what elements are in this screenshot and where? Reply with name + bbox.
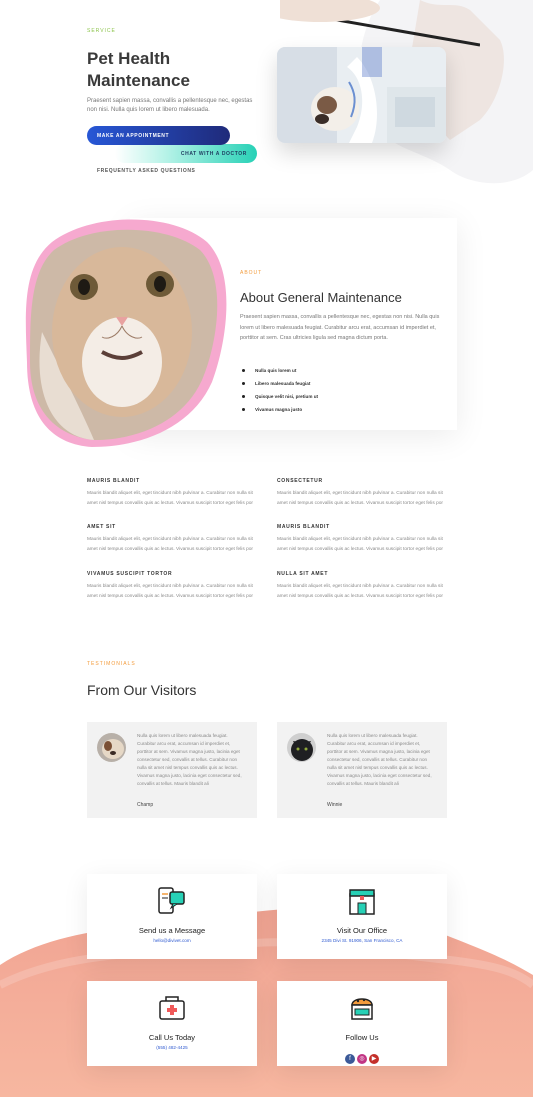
feature-heading: CONSECTETUR [277, 478, 323, 484]
feature-heading: MAURIS BLANDIT [277, 524, 330, 530]
testimonial-author: Winnie [327, 802, 343, 808]
about-text: Praesent sapien massa, convallis a pelle… [240, 314, 440, 341]
feature-text: Mauris blandit aliquet elit, eget tincid… [87, 537, 254, 552]
social-icons: f ◎ ▶ [277, 1047, 447, 1065]
testimonial-author: Champ [137, 802, 154, 808]
about-eyebrow: ABOUT [240, 270, 263, 276]
feature-text: Mauris blandit aliquet elit, eget tincid… [277, 491, 444, 506]
feature-text: Mauris blandit aliquet elit, eget tincid… [277, 537, 444, 552]
bullet-icon [242, 369, 245, 372]
faq-link[interactable]: FREQUENTLY ASKED QUESTIONS [97, 168, 195, 174]
building-icon [347, 886, 377, 921]
feature-heading: VIVAMUS SUSCIPIT TORTOR [87, 571, 173, 577]
bullet-icon [242, 395, 245, 398]
list-item: Quisque velit nisi, pretium ut [242, 390, 318, 403]
contact-card-call[interactable]: Call Us Today (555) 482-4425 [87, 981, 257, 1066]
about-bullet-list: Nulla quis lorem ut Libero malesuada feu… [242, 364, 318, 416]
feature-text: Mauris blandit aliquet elit, eget tincid… [87, 491, 254, 506]
feature-heading: NULLA SIT AMET [277, 571, 329, 577]
testimonial-text: Nulla quis lorem ut libero malesuada feu… [327, 733, 432, 786]
list-item: Nulla quis lorem ut [242, 364, 318, 377]
feature-item: CONSECTETUR Mauris blandit aliquet elit,… [277, 478, 447, 508]
avatar [97, 733, 126, 762]
contact-card-follow: Follow Us f ◎ ▶ [277, 981, 447, 1066]
hero-vet-dog-photo [277, 47, 446, 143]
hero-eyebrow: SERVICE [87, 28, 116, 34]
contact-email-link[interactable]: hello@divivet.com [87, 938, 257, 943]
pet-food-icon [347, 993, 377, 1028]
instagram-icon[interactable]: ◎ [357, 1054, 367, 1064]
bullet-icon [242, 382, 245, 385]
list-item: Vivamus magna justo [242, 403, 318, 416]
feature-heading: AMET SIT [87, 524, 116, 530]
office-address-link[interactable]: 2345 Divi St. 91906, San Francisco, CA [277, 938, 447, 943]
youtube-icon[interactable]: ▶ [369, 1054, 379, 1064]
contact-card-title: Visit Our Office [336, 926, 388, 935]
contact-background-shape [0, 908, 533, 1097]
list-item: Libero malesuada feugiat [242, 377, 318, 390]
contact-card-title: Follow Us [345, 1033, 379, 1042]
testimonial-card: Nulla quis lorem ut libero malesuada feu… [87, 722, 257, 818]
facebook-icon[interactable]: f [345, 1054, 355, 1064]
page-title: Pet Health Maintenance [87, 49, 190, 90]
feature-item: NULLA SIT AMET Mauris blandit aliquet el… [277, 571, 447, 601]
bullet-icon [242, 408, 245, 411]
feature-text: Mauris blandit aliquet elit, eget tincid… [87, 584, 254, 599]
testimonials-title: From Our Visitors [87, 682, 197, 698]
contact-card-title: Call Us Today [148, 1033, 196, 1042]
cat-photo [22, 212, 227, 462]
message-icon [157, 886, 187, 921]
testimonial-card: Nulla quis lorem ut libero malesuada feu… [277, 722, 447, 818]
feature-text: Mauris blandit aliquet elit, eget tincid… [277, 584, 444, 599]
testimonial-text: Nulla quis lorem ut libero malesuada feu… [137, 733, 242, 786]
feature-item: MAURIS BLANDIT Mauris blandit aliquet el… [277, 524, 447, 554]
feature-item: AMET SIT Mauris blandit aliquet elit, eg… [87, 524, 257, 554]
contact-card-message[interactable]: Send us a Message hello@divivet.com [87, 874, 257, 959]
phone-link[interactable]: (555) 482-4425 [87, 1045, 257, 1050]
contact-card-title: Send us a Message [138, 926, 206, 935]
feature-heading: MAURIS BLANDIT [87, 478, 140, 484]
hero-description: Praesent sapien massa, convallis a pelle… [87, 98, 253, 113]
feature-item: MAURIS BLANDIT Mauris blandit aliquet el… [87, 478, 257, 508]
make-appointment-button[interactable]: MAKE AN APPOINTMENT [87, 126, 230, 145]
about-title: About General Maintenance [240, 290, 402, 305]
chat-with-doctor-button[interactable]: CHAT WITH A DOCTOR [115, 144, 257, 163]
contact-card-office[interactable]: Visit Our Office 2345 Divi St. 91906, Sa… [277, 874, 447, 959]
first-aid-kit-icon [157, 993, 187, 1028]
testimonials-eyebrow: TESTIMONIALS [87, 661, 136, 667]
feature-item: VIVAMUS SUSCIPIT TORTOR Mauris blandit a… [87, 571, 257, 601]
avatar [287, 733, 316, 762]
